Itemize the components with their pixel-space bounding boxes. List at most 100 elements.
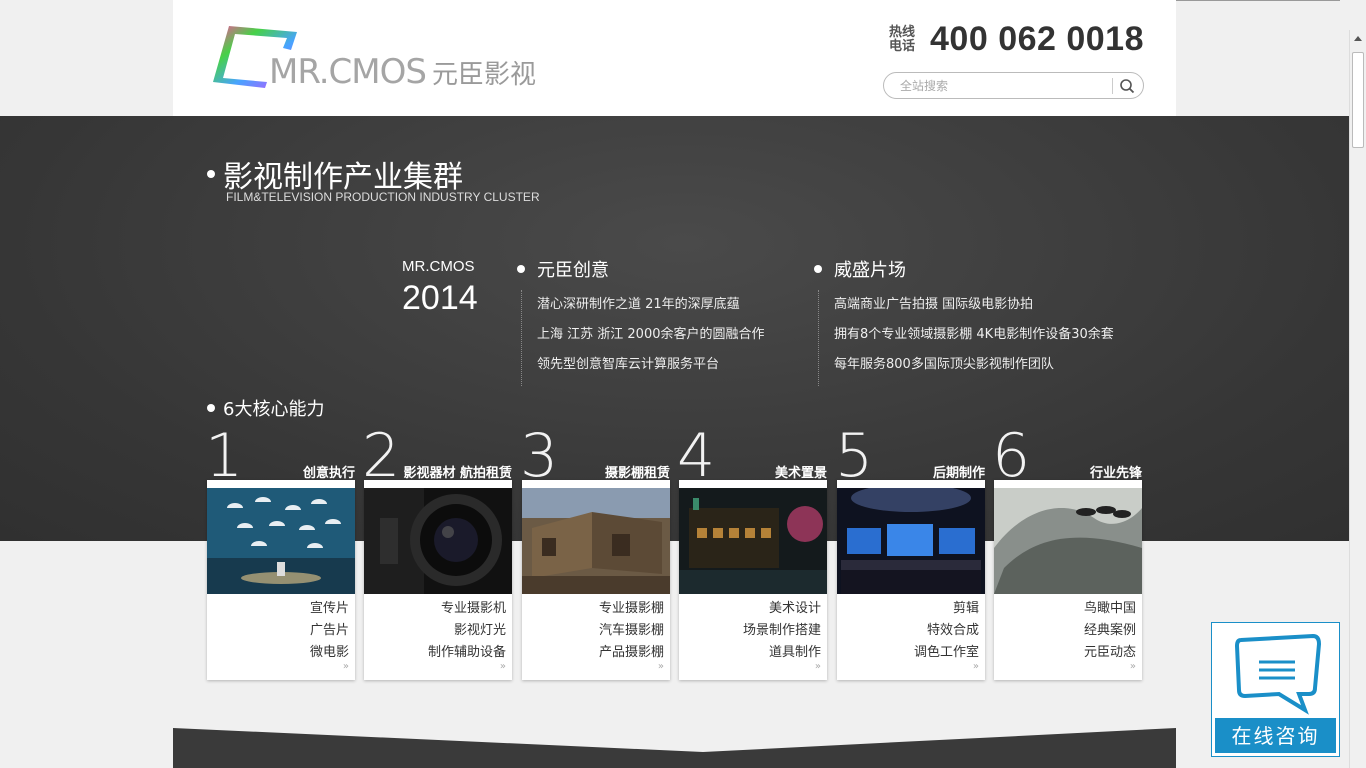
card-image[interactable] — [679, 488, 827, 594]
card-label[interactable]: 摄影棚租赁 — [605, 462, 670, 481]
core-cards: 1 创意执行 宣传片 广告片 微电影 » 2 影视器材 航拍租赁 专业摄影机 影… — [205, 426, 1143, 682]
core-title: 6大核心能力 — [207, 395, 324, 421]
intro-column-studio: 威盛片场 高端商业广告拍摄 国际级电影协拍 拥有8个专业领域摄影棚 4K电影制作… — [814, 256, 1114, 386]
card-link[interactable]: 制作辅助设备 — [428, 642, 506, 664]
card-studio: 3 摄影棚租赁 专业摄影棚 汽车摄影棚 产品摄影棚 » — [520, 426, 670, 680]
list-item: 拥有8个专业领域摄影棚 4K电影制作设备30余套 — [834, 327, 1114, 342]
card-links: 宣传片 广告片 微电影 — [310, 598, 349, 664]
card-link[interactable]: 产品摄影棚 — [599, 642, 664, 664]
core-title-text: 6大核心能力 — [223, 399, 325, 420]
card-link[interactable]: 道具制作 — [743, 642, 821, 664]
vertical-scrollbar[interactable] — [1349, 30, 1366, 768]
site-logo[interactable]: MR.CMOS 元臣影视 — [211, 22, 571, 92]
more-arrow-icon[interactable]: » — [973, 661, 979, 672]
bullet-icon — [207, 404, 215, 412]
more-arrow-icon[interactable]: » — [658, 661, 664, 672]
card-label[interactable]: 影视器材 航拍租赁 — [403, 462, 512, 481]
list-item: 潜心深研制作之道 21年的深厚底蕴 — [537, 297, 740, 312]
hotline-number: 400 062 0018 — [930, 20, 1144, 58]
hotline-label: 热线电话 — [889, 24, 916, 54]
scroll-thumb[interactable] — [1352, 52, 1364, 148]
scroll-up-icon[interactable] — [1350, 30, 1366, 47]
card-link[interactable]: 场景制作搭建 — [743, 620, 821, 642]
more-arrow-icon[interactable]: » — [343, 661, 349, 672]
logo-en: MR.CMOS — [269, 52, 427, 92]
site-search — [883, 72, 1144, 99]
studio-set-image-icon — [522, 488, 670, 594]
card-link[interactable]: 专业摄影棚 — [599, 598, 664, 620]
card-link[interactable]: 影视灯光 — [428, 620, 506, 642]
card-link[interactable]: 经典案例 — [1084, 620, 1136, 642]
card-link[interactable]: 美术设计 — [743, 598, 821, 620]
card-link[interactable]: 元臣动态 — [1084, 642, 1136, 664]
card-links: 专业摄影机 影视灯光 制作辅助设备 — [428, 598, 506, 664]
card-number: 2 — [362, 421, 401, 491]
more-arrow-icon[interactable]: » — [500, 661, 506, 672]
search-input[interactable] — [900, 77, 1100, 95]
card-label[interactable]: 行业先锋 — [1090, 462, 1142, 481]
card-image[interactable] — [364, 488, 512, 594]
intro-column-creative: 元臣创意 潜心深研制作之道 21年的深厚底蕴 上海 江苏 浙江 2000余客户的… — [517, 256, 764, 386]
card-links: 美术设计 场景制作搭建 道具制作 — [743, 598, 821, 664]
card-post: 5 后期制作 剪辑 特效合成 调色工作室 » — [835, 426, 985, 680]
card-image[interactable] — [522, 488, 670, 594]
more-arrow-icon[interactable]: » — [815, 661, 821, 672]
card-link[interactable]: 调色工作室 — [914, 642, 979, 664]
card-box: 美术设计 场景制作搭建 道具制作 » — [679, 480, 827, 680]
card-label[interactable]: 美术置景 — [775, 462, 827, 481]
card-link[interactable]: 鸟瞰中国 — [1084, 598, 1136, 620]
list-item: 上海 江苏 浙江 2000余客户的圆融合作 — [537, 327, 765, 342]
card-box: 专业摄影机 影视灯光 制作辅助设备 » — [364, 480, 512, 680]
card-art: 4 美术置景 美术设计 场景制作搭建 道具制作 » — [677, 426, 827, 680]
logo-cn: 元臣影视 — [431, 60, 536, 90]
page: MR.CMOS元臣影视 热线电话 400 062 0018 影视制作产业集群 F… — [0, 0, 1366, 768]
card-image[interactable] — [207, 488, 355, 594]
card-links: 鸟瞰中国 经典案例 元臣动态 — [1084, 598, 1136, 664]
editing-suite-image-icon — [837, 488, 985, 594]
hotline: 热线电话 400 062 0018 — [888, 20, 1144, 59]
card-number: 3 — [520, 421, 559, 491]
card-link[interactable]: 宣传片 — [310, 598, 349, 620]
camera-lens-image-icon — [364, 488, 512, 594]
list-item: 高端商业广告拍摄 国际级电影协拍 — [834, 297, 1034, 312]
card-links: 剪辑 特效合成 调色工作室 — [914, 598, 979, 664]
card-number: 5 — [835, 421, 874, 491]
bullet-icon — [207, 170, 215, 178]
card-number: 1 — [205, 421, 244, 491]
column-list: 潜心深研制作之道 21年的深厚底蕴 上海 江苏 浙江 2000余客户的圆融合作 … — [521, 290, 764, 386]
section-subtitle: FILM&TELEVISION PRODUCTION INDUSTRY CLUS… — [226, 190, 540, 204]
horses-ink-image-icon — [994, 488, 1142, 594]
card-links: 专业摄影棚 汽车摄影棚 产品摄影棚 — [599, 598, 664, 664]
card-link[interactable]: 剪辑 — [914, 598, 979, 620]
card-image[interactable] — [837, 488, 985, 594]
card-link[interactable]: 专业摄影机 — [428, 598, 506, 620]
umbrellas-image-icon — [207, 488, 355, 594]
night-street-image-icon — [679, 488, 827, 594]
bullet-icon — [517, 265, 525, 273]
logo-text: MR.CMOS 元臣影视 — [269, 52, 536, 92]
online-consult-widget[interactable]: 在线咨询 — [1212, 623, 1339, 756]
card-link[interactable]: 特效合成 — [914, 620, 979, 642]
card-number: 4 — [677, 421, 716, 491]
card-box: 专业摄影棚 汽车摄影棚 产品摄影棚 » — [522, 480, 670, 680]
card-box: 剪辑 特效合成 调色工作室 » — [837, 480, 985, 680]
card-image[interactable] — [994, 488, 1142, 594]
chat-bubble-icon — [1234, 633, 1322, 715]
card-number: 6 — [992, 421, 1031, 491]
card-label[interactable]: 后期制作 — [933, 462, 985, 481]
card-box: 鸟瞰中国 经典案例 元臣动态 » — [994, 480, 1142, 680]
card-link[interactable]: 广告片 — [310, 620, 349, 642]
more-arrow-icon[interactable]: » — [1130, 661, 1136, 672]
column-title-text: 元臣创意 — [537, 260, 609, 281]
card-label[interactable]: 创意执行 — [303, 462, 355, 481]
next-section-strip — [173, 728, 1176, 768]
card-box: 宣传片 广告片 微电影 » — [207, 480, 355, 680]
card-equipment: 2 影视器材 航拍租赁 专业摄影机 影视灯光 制作辅助设备 » — [362, 426, 512, 680]
card-creative: 1 创意执行 宣传片 广告片 微电影 » — [205, 426, 355, 680]
search-divider — [1112, 78, 1113, 94]
list-item: 领先型创意智库云计算服务平台 — [537, 357, 720, 372]
search-icon[interactable] — [1119, 78, 1135, 94]
brand-block: MR.CMOS 2014 — [402, 258, 478, 318]
column-title: 元臣创意 — [517, 256, 764, 282]
card-link[interactable]: 汽车摄影棚 — [599, 620, 664, 642]
